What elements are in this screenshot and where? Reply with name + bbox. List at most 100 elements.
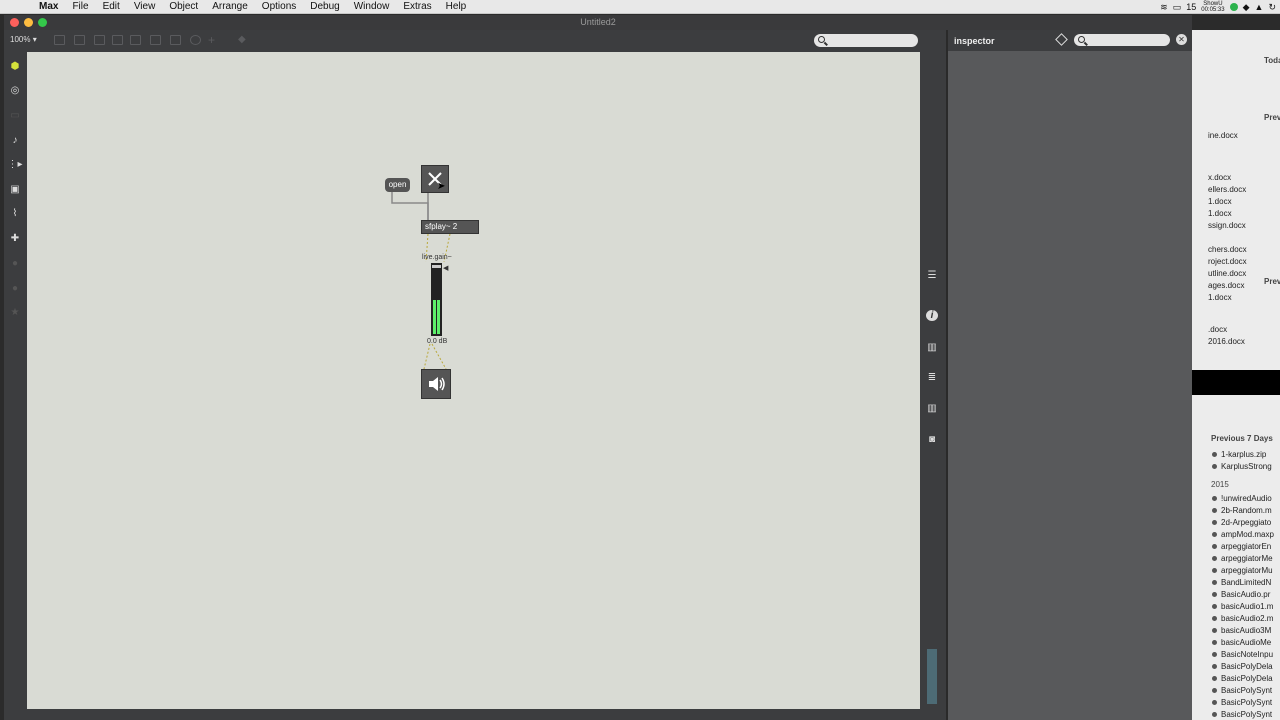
target-icon[interactable]: ◎ (9, 84, 21, 96)
gain-handle[interactable] (432, 265, 441, 268)
finder-file[interactable]: 1.docx (1208, 293, 1232, 302)
finder-file[interactable]: BasicNoteInpu (1212, 650, 1273, 659)
finder-file[interactable]: utline.docx (1208, 269, 1246, 278)
toolbar-icon-7[interactable] (170, 35, 181, 45)
sequence-icon[interactable]: ⋮▸ (7, 158, 22, 170)
drive-icon[interactable]: ▲ (1255, 2, 1264, 12)
image-icon[interactable]: ▣ (9, 183, 21, 195)
ezdac-speaker-button[interactable] (421, 369, 451, 399)
file-icon (1212, 496, 1217, 502)
menu-extras[interactable]: Extras (396, 0, 438, 14)
finder-file[interactable]: 2016.docx (1208, 337, 1245, 346)
menu-help[interactable]: Help (439, 0, 474, 14)
finder-file-name: BasicPolyDela (1221, 674, 1273, 683)
finder-file[interactable]: basicAudio1.m (1212, 602, 1273, 611)
toolbar-icon-5[interactable] (130, 35, 141, 45)
finder-file[interactable]: arpeggiatorEn (1212, 542, 1271, 551)
menu-bar: Max File Edit View Object Arrange Option… (0, 0, 1280, 14)
paperclip-icon[interactable]: ⌇ (9, 207, 21, 219)
finder-file[interactable]: basicAudioMe (1212, 638, 1271, 647)
music-note-icon[interactable]: ♪ (9, 134, 21, 146)
toolbar-icon-4[interactable] (112, 35, 123, 45)
finder-file[interactable]: BasicPolyDela (1212, 674, 1273, 683)
star-icon[interactable]: ★ (9, 306, 21, 318)
menu-view[interactable]: View (127, 0, 163, 14)
zoom-window-button[interactable] (38, 18, 47, 27)
toolbar-icon-2[interactable] (74, 35, 85, 45)
close-window-button[interactable] (10, 18, 19, 27)
menu-debug[interactable]: Debug (303, 0, 346, 14)
patcher-canvas[interactable] (27, 52, 920, 709)
inspector-close-icon[interactable]: ✕ (1176, 34, 1187, 45)
finder-file[interactable]: BasicPolySynt (1212, 710, 1272, 719)
inspector-search-field[interactable] (1074, 34, 1170, 46)
status-dot-icon[interactable] (1229, 3, 1238, 11)
paint-bucket-icon[interactable]: ◆ (238, 35, 249, 45)
finder-file[interactable]: 2d-Arpeggiato (1212, 518, 1271, 527)
keyboard-day[interactable]: 15 (1186, 2, 1196, 12)
finder-file[interactable]: ages.docx (1208, 281, 1244, 290)
dropbox-icon[interactable]: ◆ (1243, 2, 1250, 13)
finder-file[interactable]: basicAudio3M (1212, 626, 1271, 635)
live-gain-slider[interactable] (431, 263, 442, 336)
finder-file[interactable]: ine.docx (1208, 131, 1238, 140)
list-icon[interactable]: ≣ (926, 372, 938, 383)
menu-file[interactable]: File (65, 0, 95, 14)
toolbar-add-icon[interactable]: + (208, 34, 219, 46)
volume-slider[interactable] (927, 649, 937, 704)
list-lines-icon[interactable]: ☰ (926, 270, 938, 281)
finder-file[interactable]: BasicPolySynt (1212, 686, 1272, 695)
finder-file[interactable]: roject.docx (1208, 257, 1247, 266)
open-message-box[interactable]: open (385, 178, 410, 192)
inspector-options-icon[interactable] (1055, 33, 1068, 46)
finder-file[interactable]: chers.docx (1208, 245, 1247, 254)
window-title: Untitled2 (580, 17, 616, 27)
toolbar-icon-3[interactable] (94, 35, 105, 45)
menu-app[interactable]: Max (32, 0, 65, 14)
finder-file[interactable]: BandLimitedN (1212, 578, 1271, 587)
clock-icon[interactable]: ● (9, 257, 21, 269)
info-icon[interactable]: i (926, 310, 938, 321)
finder-file[interactable]: 2b-Random.m (1212, 506, 1272, 515)
puzzle-icon[interactable]: ✚ (9, 232, 21, 244)
finder-file[interactable]: ssign.docx (1208, 221, 1246, 230)
display-icon[interactable]: ▭ (1173, 2, 1182, 13)
finder-file[interactable]: 1.docx (1208, 209, 1232, 218)
finder-file[interactable]: BasicAudio.pr (1212, 590, 1270, 599)
file-icon (1212, 604, 1217, 610)
toolbar-icon-6[interactable] (150, 35, 161, 45)
finder-file[interactable]: x.docx (1208, 173, 1231, 182)
package-icon[interactable]: ⬢ (9, 60, 21, 72)
toolbar-icon-8[interactable] (190, 35, 201, 45)
finder-file[interactable]: BasicPolyDela (1212, 662, 1273, 671)
finder-file[interactable]: 1.docx (1208, 197, 1232, 206)
finder-file[interactable]: ellers.docx (1208, 185, 1246, 194)
camera-icon[interactable]: ◙ (926, 434, 938, 445)
finder-file[interactable]: 1-karplus.zip (1212, 450, 1266, 459)
menu-window[interactable]: Window (347, 0, 397, 14)
book-icon[interactable]: ▥ (926, 342, 938, 353)
sync-icon[interactable]: ↻ (1268, 2, 1276, 13)
finder-file[interactable]: !unwiredAudio (1212, 494, 1272, 503)
finder-file[interactable]: arpeggiatorMe (1212, 554, 1273, 563)
finder-file[interactable]: BasicPolySynt (1212, 698, 1272, 707)
menu-arrange[interactable]: Arrange (205, 0, 255, 14)
menu-options[interactable]: Options (255, 0, 303, 14)
reference-icon[interactable]: ▥ (926, 403, 938, 414)
menu-object[interactable]: Object (162, 0, 205, 14)
recording-clock[interactable]: ShowU 00:05:33 (1201, 1, 1224, 13)
bar-icon[interactable]: ▭ (9, 109, 21, 121)
zoom-menu[interactable]: 100% ▾ (10, 35, 37, 44)
menu-edit[interactable]: Edit (96, 0, 127, 14)
finder-file[interactable]: basicAudio2.m (1212, 614, 1273, 623)
toolbar-icon-1[interactable] (54, 35, 65, 45)
finder-file[interactable]: arpeggiatorMu (1212, 566, 1273, 575)
patcher-search-field[interactable] (814, 34, 918, 47)
history-icon[interactable]: ● (9, 282, 21, 294)
sfplay-object[interactable]: sfplay~ 2 (421, 220, 479, 234)
finder-file[interactable]: ampMod.maxp (1212, 530, 1274, 539)
wifi-icon[interactable]: ≋ (1160, 2, 1168, 13)
finder-file[interactable]: KarplusStrong (1212, 462, 1272, 471)
minimize-window-button[interactable] (24, 18, 33, 27)
finder-file[interactable]: .docx (1208, 325, 1227, 334)
